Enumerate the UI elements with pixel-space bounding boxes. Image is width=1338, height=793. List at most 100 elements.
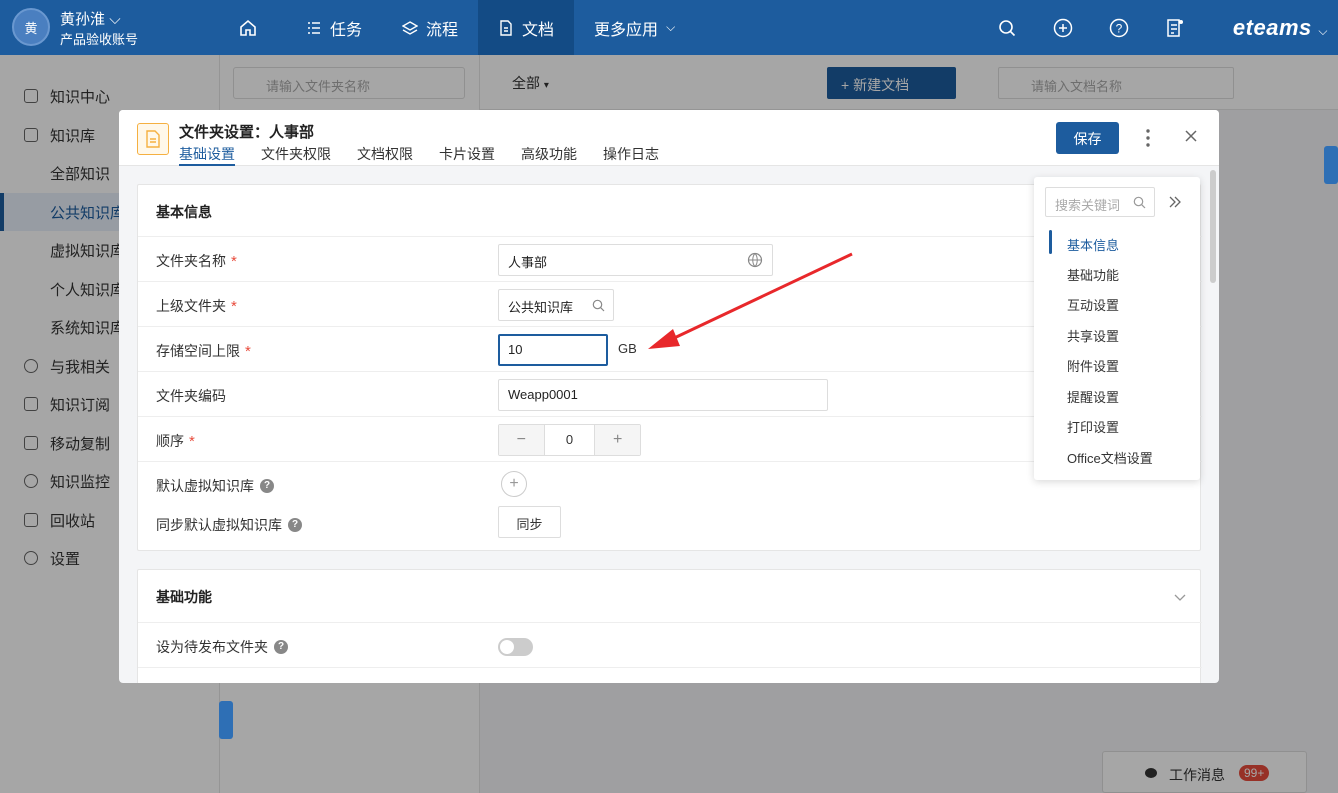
- anchor-search-placeholder: 搜索关键词: [1055, 198, 1121, 213]
- default-virtual-label: 默认虚拟知识库?: [156, 476, 274, 496]
- order-value[interactable]: 0: [543, 425, 596, 455]
- account-name: 产品验收账号: [60, 32, 139, 47]
- plus-circle-icon: [1053, 18, 1073, 37]
- layers-icon: [402, 20, 419, 35]
- document-icon: [500, 19, 512, 36]
- pending-publish-toggle[interactable]: [498, 638, 533, 656]
- storage-limit-input[interactable]: 10: [498, 334, 608, 366]
- label-text: 顺序: [156, 433, 184, 449]
- tab-basic-settings[interactable]: 基础设置: [179, 144, 235, 166]
- double-chevron-right-icon[interactable]: [1169, 196, 1181, 208]
- nav-home[interactable]: [218, 0, 286, 55]
- add-button[interactable]: [1035, 18, 1091, 38]
- tab-operation-log[interactable]: 操作日志: [603, 144, 659, 166]
- increment-button[interactable]: +: [595, 425, 640, 455]
- modal-title: 文件夹设置：人事部: [179, 124, 315, 141]
- document-icon: [137, 123, 169, 155]
- label-text: 上级文件夹: [156, 298, 226, 314]
- sync-default-row: 同步默认虚拟知识库? 同步: [138, 506, 1202, 551]
- anchor-interaction[interactable]: 互动设置: [1067, 295, 1119, 314]
- folder-code-label: 文件夹编码: [156, 386, 226, 406]
- question-icon[interactable]: ?: [260, 479, 274, 493]
- add-virtual-button[interactable]: +: [501, 471, 527, 497]
- avatar[interactable]: 黄: [12, 8, 50, 46]
- chevron-down-icon: ⌵: [666, 20, 676, 34]
- username[interactable]: 黄孙淮 ⌵: [60, 8, 121, 29]
- question-icon[interactable]: ?: [288, 518, 302, 532]
- anchor-active-indicator: [1049, 230, 1052, 254]
- order-label: 顺序 *: [156, 431, 195, 451]
- globe-icon[interactable]: [747, 252, 763, 268]
- more-options-button[interactable]: [1141, 126, 1155, 150]
- folder-name-input[interactable]: 人事部: [498, 244, 773, 276]
- required-icon: *: [245, 342, 251, 360]
- note-icon: [1167, 18, 1183, 37]
- nav-workflow[interactable]: 流程: [382, 0, 478, 55]
- anchor-nav-panel: 搜索关键词 基本信息 基础功能 互动设置 共享设置 附件设置 提醒设置 打印设置…: [1034, 177, 1200, 480]
- tab-card-settings[interactable]: 卡片设置: [439, 144, 495, 166]
- search-button[interactable]: [979, 19, 1035, 37]
- nav-more-label: 更多应用: [594, 21, 659, 39]
- required-icon: *: [231, 297, 237, 315]
- tab-advanced[interactable]: 高级功能: [521, 144, 577, 166]
- required-icon: *: [231, 252, 237, 270]
- parent-folder-input[interactable]: 公共知识库: [498, 289, 614, 321]
- close-icon: [1185, 130, 1197, 142]
- anchor-office-docs[interactable]: Office文档设置: [1067, 448, 1153, 467]
- pending-publish-label: 设为待发布文件夹?: [156, 637, 288, 657]
- folder-code-input[interactable]: Weapp0001: [498, 379, 828, 411]
- expand-handle[interactable]: [1324, 146, 1338, 184]
- collapse-handle[interactable]: [219, 701, 233, 739]
- pending-publish-row: 设为待发布文件夹?: [138, 622, 1202, 667]
- order-stepper: − 0 +: [498, 424, 641, 456]
- label-text: 存储空间上限: [156, 343, 240, 359]
- tab-folder-permissions[interactable]: 文件夹权限: [261, 144, 331, 166]
- storage-unit: GB: [618, 341, 637, 356]
- label-text: 同步默认虚拟知识库: [156, 517, 282, 533]
- anchor-reminders[interactable]: 提醒设置: [1067, 387, 1119, 406]
- anchor-search-input[interactable]: 搜索关键词: [1045, 187, 1155, 217]
- anchor-attachments[interactable]: 附件设置: [1067, 356, 1119, 375]
- brand-logo[interactable]: eteams ⌵: [1203, 15, 1338, 41]
- nav-docs[interactable]: 文档: [478, 0, 575, 55]
- decrement-button[interactable]: −: [499, 425, 544, 455]
- search-icon: [1133, 196, 1146, 209]
- storage-limit-label: 存储空间上限 *: [156, 341, 251, 361]
- notes-button[interactable]: [1147, 18, 1203, 38]
- nav-docs-label: 文档: [522, 21, 555, 39]
- anchor-basic-info[interactable]: 基本信息: [1067, 235, 1119, 254]
- sync-button[interactable]: 同步: [498, 506, 561, 538]
- label-text: 设为待发布文件夹: [156, 639, 268, 655]
- close-button[interactable]: [1183, 128, 1199, 144]
- label-text: 文件夹名称: [156, 253, 226, 269]
- nav-workflow-label: 流程: [426, 21, 459, 39]
- nav-tasks[interactable]: 任务: [286, 0, 382, 55]
- parent-folder-value: 公共知识库: [508, 300, 574, 315]
- folder-name-label: 文件夹名称 *: [156, 251, 237, 271]
- chevron-down-icon[interactable]: [1174, 594, 1186, 602]
- top-bar: 黄 黄孙淮 ⌵ 产品验收账号 任务 流程 文档 更多应用 ⌵ ? eteams …: [0, 0, 1338, 55]
- save-button[interactable]: 保存: [1056, 122, 1119, 154]
- search-icon[interactable]: [592, 299, 605, 312]
- tab-document-permissions[interactable]: 文档权限: [357, 144, 413, 166]
- list-icon: [308, 21, 320, 34]
- anchor-printing[interactable]: 打印设置: [1067, 417, 1119, 436]
- required-icon: *: [189, 432, 195, 450]
- parent-folder-label: 上级文件夹 *: [156, 296, 237, 316]
- question-icon[interactable]: ?: [274, 640, 288, 654]
- basic-functions-title: 基础功能: [156, 589, 212, 605]
- chevron-down-icon: ⌵: [1318, 23, 1328, 38]
- anchor-basic-functions[interactable]: 基础功能: [1067, 265, 1119, 284]
- anchor-sharing[interactable]: 共享设置: [1067, 326, 1119, 345]
- modal-header: 文件夹设置：人事部 基础设置 文件夹权限 文档权限 卡片设置 高级功能 操作日志…: [119, 110, 1219, 166]
- next-setting-row: [138, 667, 1202, 683]
- label-text: 文件夹编码: [156, 388, 226, 404]
- modal-scrollbar[interactable]: [1210, 170, 1216, 283]
- folder-name-value: 人事部: [508, 255, 548, 270]
- nav-more-apps[interactable]: 更多应用 ⌵: [574, 0, 695, 55]
- username-label: 黄孙淮: [60, 11, 106, 28]
- question-circle-icon: ?: [1109, 18, 1129, 37]
- sync-default-label: 同步默认虚拟知识库?: [156, 515, 302, 535]
- help-button[interactable]: ?: [1091, 18, 1147, 38]
- folder-settings-modal: 文件夹设置：人事部 基础设置 文件夹权限 文档权限 卡片设置 高级功能 操作日志…: [119, 110, 1219, 683]
